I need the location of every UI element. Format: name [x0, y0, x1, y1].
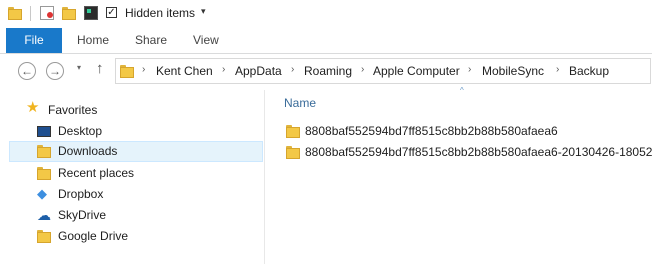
desktop-icon — [37, 126, 51, 137]
file-name: 8808baf552594bd7ff8515c8bb2b88b580afaea6… — [305, 145, 652, 159]
column-header-name[interactable]: Name — [284, 96, 316, 110]
breadcrumb-apple-computer[interactable]: Apple Computer — [373, 64, 460, 78]
sidebar-item-dropbox[interactable]: ◆ Dropbox — [0, 184, 264, 205]
breadcrumb-separator[interactable]: › — [556, 64, 559, 75]
sidebar-item-label: Downloads — [58, 144, 118, 158]
breadcrumb-separator[interactable]: › — [468, 64, 471, 75]
star-icon: ★ — [26, 99, 40, 116]
tab-share[interactable]: Share — [135, 28, 167, 53]
sidebar-item-skydrive[interactable]: ☁ SkyDrive — [0, 205, 264, 226]
back-button[interactable]: ← — [18, 62, 36, 80]
skydrive-icon: ☁ — [37, 207, 51, 223]
sidebar-item-recent-places[interactable]: Recent places — [0, 163, 264, 184]
hidden-items-checkbox[interactable]: ✓ — [106, 7, 117, 18]
folder-icon — [8, 6, 22, 20]
up-button[interactable]: ↑ — [96, 60, 104, 77]
breadcrumb-backup[interactable]: Backup — [569, 64, 609, 78]
sidebar-item-label: Google Drive — [58, 229, 129, 243]
navigation-bar: ← → ▾ ↑ › Kent Chen › AppData › Roaming … — [0, 54, 652, 88]
navigation-pane: ★ Favorites Desktop Downloads Recent pla… — [0, 95, 264, 264]
sidebar-item-favorites[interactable]: ★ Favorites — [0, 100, 264, 121]
breadcrumb-mobilesync[interactable]: MobileSync — [482, 64, 544, 78]
tab-home[interactable]: Home — [77, 28, 109, 53]
file-name: 8808baf552594bd7ff8515c8bb2b88b580afaea6 — [305, 124, 558, 138]
forward-button[interactable]: → — [46, 62, 64, 80]
recent-locations-dropdown-icon[interactable]: ▾ — [77, 63, 81, 72]
breadcrumb-appdata[interactable]: AppData — [235, 64, 282, 78]
sidebar-item-label: Desktop — [58, 124, 103, 138]
toolbar-separator — [30, 6, 31, 21]
breadcrumb-separator[interactable]: › — [291, 64, 294, 75]
breadcrumb-separator[interactable]: › — [142, 64, 145, 75]
breadcrumb-separator[interactable]: › — [361, 64, 364, 75]
folder-icon — [120, 64, 134, 78]
folder-icon — [286, 145, 300, 159]
quick-access-toolbar: ✓ Hidden items ▾ — [0, 0, 652, 28]
recent-places-icon — [37, 166, 51, 180]
google-drive-icon — [37, 229, 51, 243]
hidden-items-label[interactable]: Hidden items — [125, 6, 195, 20]
sidebar-item-label: Dropbox — [58, 187, 104, 201]
ribbon-tabs: File Home Share View — [0, 28, 652, 54]
folder-icon — [286, 124, 300, 138]
sidebar-item-label: Recent places — [58, 166, 135, 180]
breadcrumb-kent-chen[interactable]: Kent Chen — [156, 64, 213, 78]
pane-divider[interactable] — [264, 90, 265, 264]
sidebar-item-label: SkyDrive — [58, 208, 107, 222]
new-folder-icon[interactable] — [62, 6, 76, 20]
new-window-icon[interactable] — [84, 6, 98, 20]
sidebar-item-label: Favorites — [48, 103, 98, 117]
downloads-icon — [37, 144, 51, 158]
sidebar-item-google-drive[interactable]: Google Drive — [0, 226, 264, 247]
properties-icon[interactable] — [40, 6, 54, 20]
tab-file[interactable]: File — [6, 28, 62, 53]
address-bar[interactable]: › Kent Chen › AppData › Roaming › Apple … — [115, 58, 651, 84]
sidebar-item-desktop[interactable]: Desktop — [0, 121, 264, 142]
sort-ascending-icon: ^ — [460, 86, 464, 95]
breadcrumb-separator[interactable]: › — [222, 64, 225, 75]
dropbox-icon: ◆ — [37, 186, 47, 201]
tab-view[interactable]: View — [193, 28, 219, 53]
breadcrumb-roaming[interactable]: Roaming — [304, 64, 352, 78]
customize-toolbar-dropdown-icon[interactable]: ▾ — [201, 6, 206, 17]
sidebar-item-downloads[interactable]: Downloads — [9, 141, 263, 162]
